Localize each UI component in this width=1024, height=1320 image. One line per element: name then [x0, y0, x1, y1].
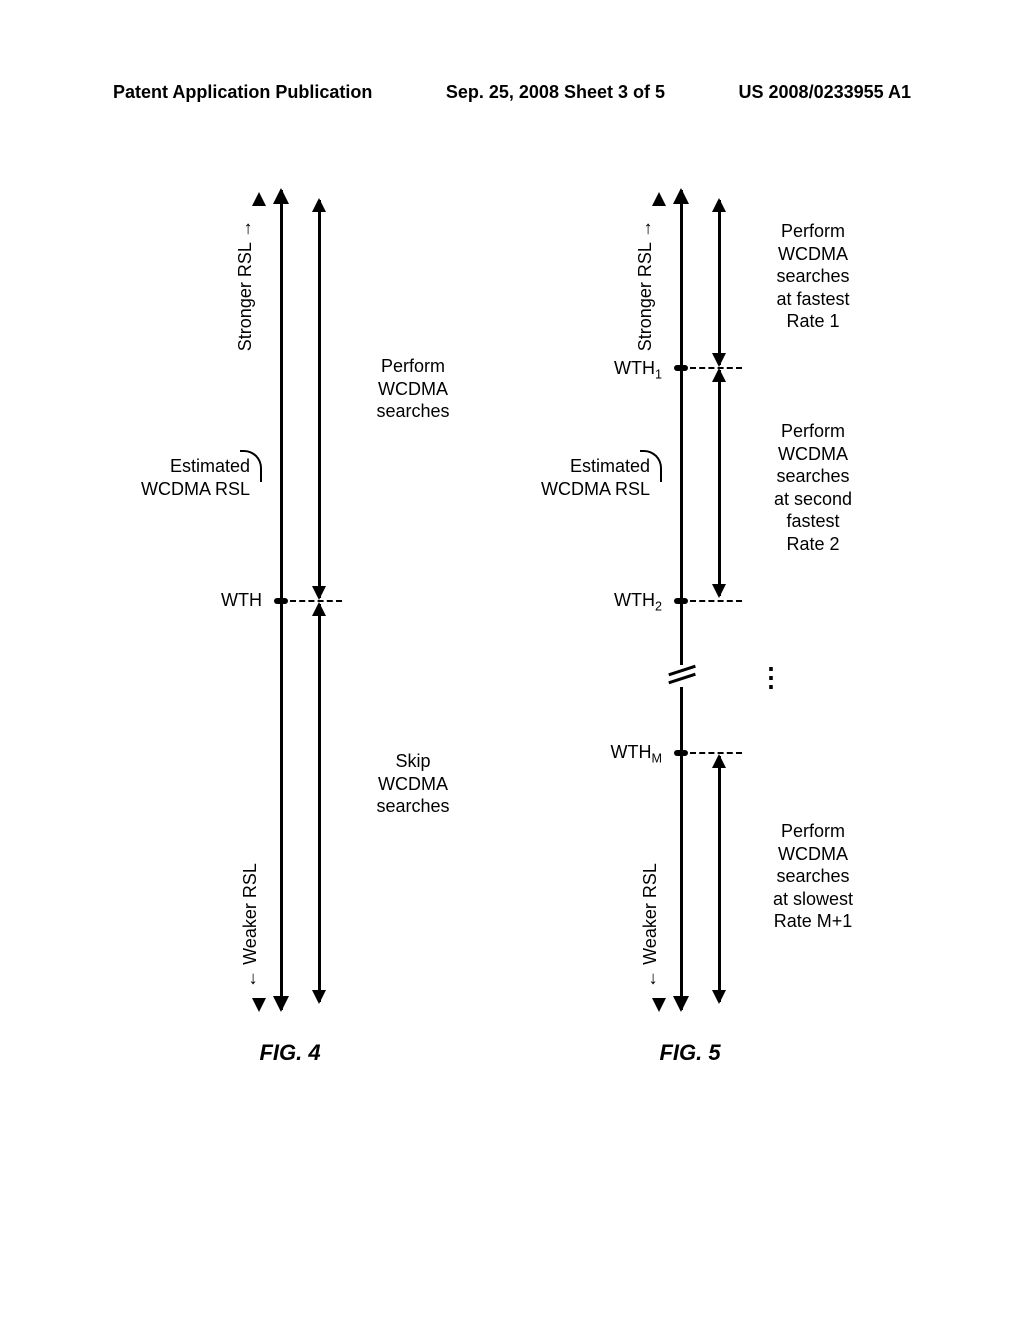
threshold-tick-2 — [674, 598, 688, 604]
rsl-arrow-down-icon — [652, 998, 666, 1012]
estimated-wcdma-rsl-label: Estimated WCDMA RSL — [110, 455, 250, 500]
threshold-label-wth2: WTH2 — [614, 590, 662, 614]
threshold-tick-m — [674, 750, 688, 756]
figure-5: Stronger RSL → ← Weaker RSL Estimated WC… — [520, 180, 920, 1130]
axis-break-icon — [668, 667, 696, 683]
threshold-tick-1 — [674, 365, 688, 371]
header-right: US 2008/0233955 A1 — [739, 82, 911, 103]
weaker-rsl-label: ← Weaker RSL — [640, 863, 661, 988]
range-arrow-bottom — [318, 604, 321, 1002]
threshold-dash-2 — [690, 600, 742, 602]
rsl-arrow-up-icon — [652, 192, 666, 206]
diagram-area: Stronger RSL → ← Weaker RSL Estimated WC… — [0, 180, 1024, 1180]
threshold-label-wth: WTH — [221, 590, 262, 611]
range-arrow-2 — [718, 370, 721, 596]
figure-4: Stronger RSL → ← Weaker RSL Estimated WC… — [120, 180, 520, 1130]
estimated-wcdma-rsl-label: Estimated WCDMA RSL — [510, 455, 650, 500]
page-header: Patent Application Publication Sep. 25, … — [113, 82, 911, 103]
range-text-skip: Skip WCDMA searches — [338, 750, 488, 818]
range-text-rate1: Perform WCDMA searches at fastest Rate 1 — [738, 220, 888, 333]
threshold-label-wthm: WTHM — [611, 742, 662, 766]
threshold-label-wth1: WTH1 — [614, 358, 662, 382]
callout-curve-icon — [240, 450, 262, 482]
range-arrow-m — [718, 756, 721, 1002]
figure-4-caption: FIG. 4 — [120, 1040, 460, 1066]
header-left: Patent Application Publication — [113, 82, 372, 103]
range-arrow-1 — [718, 200, 721, 365]
ellipsis-icon: ⋮ — [758, 662, 786, 693]
range-arrow-top — [318, 200, 321, 598]
weaker-rsl-label: ← Weaker RSL — [240, 863, 261, 988]
figure-5-caption: FIG. 5 — [520, 1040, 860, 1066]
rsl-arrow-up-icon — [252, 192, 266, 206]
range-text-rate2: Perform WCDMA searches at second fastest… — [738, 420, 888, 555]
callout-curve-icon — [640, 450, 662, 482]
stronger-rsl-label: Stronger RSL → — [635, 220, 656, 351]
header-center: Sep. 25, 2008 Sheet 3 of 5 — [446, 82, 665, 103]
range-text-ratem: Perform WCDMA searches at slowest Rate M… — [738, 820, 888, 933]
range-text-perform: Perform WCDMA searches — [338, 355, 488, 423]
stronger-rsl-label: Stronger RSL → — [235, 220, 256, 351]
rsl-arrow-down-icon — [252, 998, 266, 1012]
threshold-tick — [274, 598, 288, 604]
